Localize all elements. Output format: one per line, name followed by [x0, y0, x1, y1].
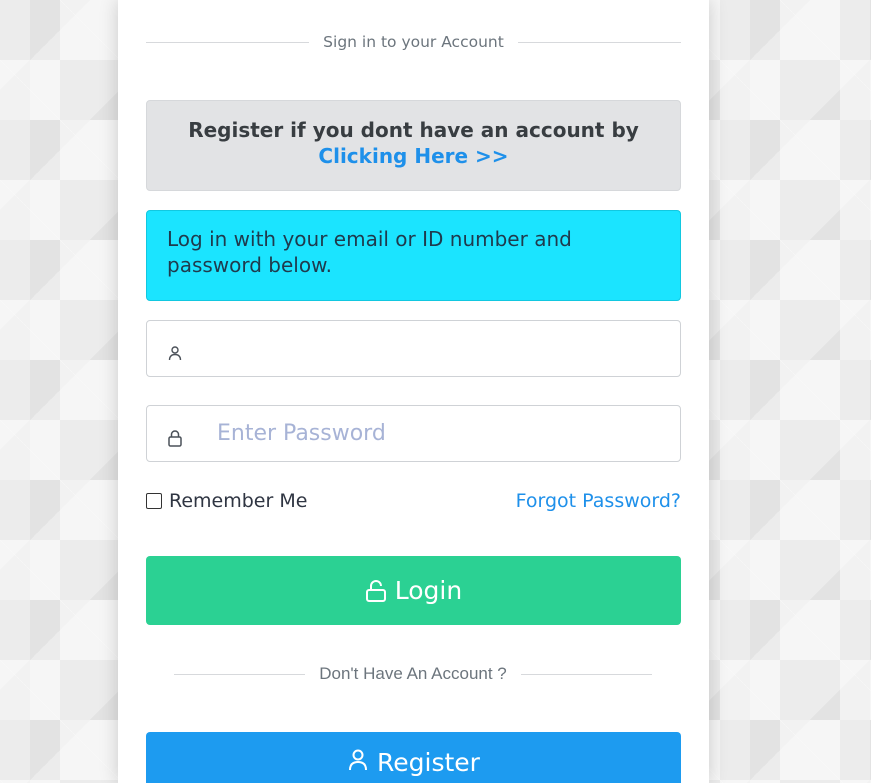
password-field [146, 405, 681, 462]
divider-line-left [146, 41, 310, 43]
remember-me-label: Remember Me [169, 490, 308, 512]
login-info-alert: Log in with your email or ID number and … [146, 210, 681, 301]
register-button[interactable]: Register [146, 732, 681, 783]
user-icon [349, 749, 368, 771]
login-button[interactable]: Login [146, 556, 681, 625]
register-button-label: Register [377, 748, 480, 777]
remember-me-checkbox[interactable] [146, 493, 162, 509]
no-account-text: Don't Have An Account ? [319, 664, 507, 683]
register-here-link[interactable]: Clicking Here >> [147, 143, 680, 169]
sign-in-divider: Sign in to your Account [146, 30, 681, 54]
login-button-label: Login [394, 576, 463, 605]
divider-line-left [174, 673, 306, 675]
no-account-divider: Don't Have An Account ? [174, 662, 652, 686]
lock-icon [147, 421, 203, 447]
login-info-text: Log in with your email or ID number and … [167, 227, 572, 277]
sign-in-heading: Sign in to your Account [323, 33, 504, 51]
unlock-icon [365, 579, 386, 602]
username-field [146, 320, 681, 377]
user-icon [147, 337, 203, 361]
password-input[interactable] [203, 406, 680, 461]
divider-line-right [520, 673, 652, 675]
remember-me[interactable]: Remember Me [146, 490, 307, 512]
forgot-password-link[interactable]: Forgot Password? [516, 490, 681, 512]
divider-line-right [517, 41, 681, 43]
login-card: Sign in to your Account Register if you … [118, 0, 709, 783]
register-alert-text: Register if you dont have an account by [188, 118, 639, 142]
register-alert: Register if you dont have an account by … [146, 100, 681, 191]
username-input[interactable] [203, 321, 680, 376]
